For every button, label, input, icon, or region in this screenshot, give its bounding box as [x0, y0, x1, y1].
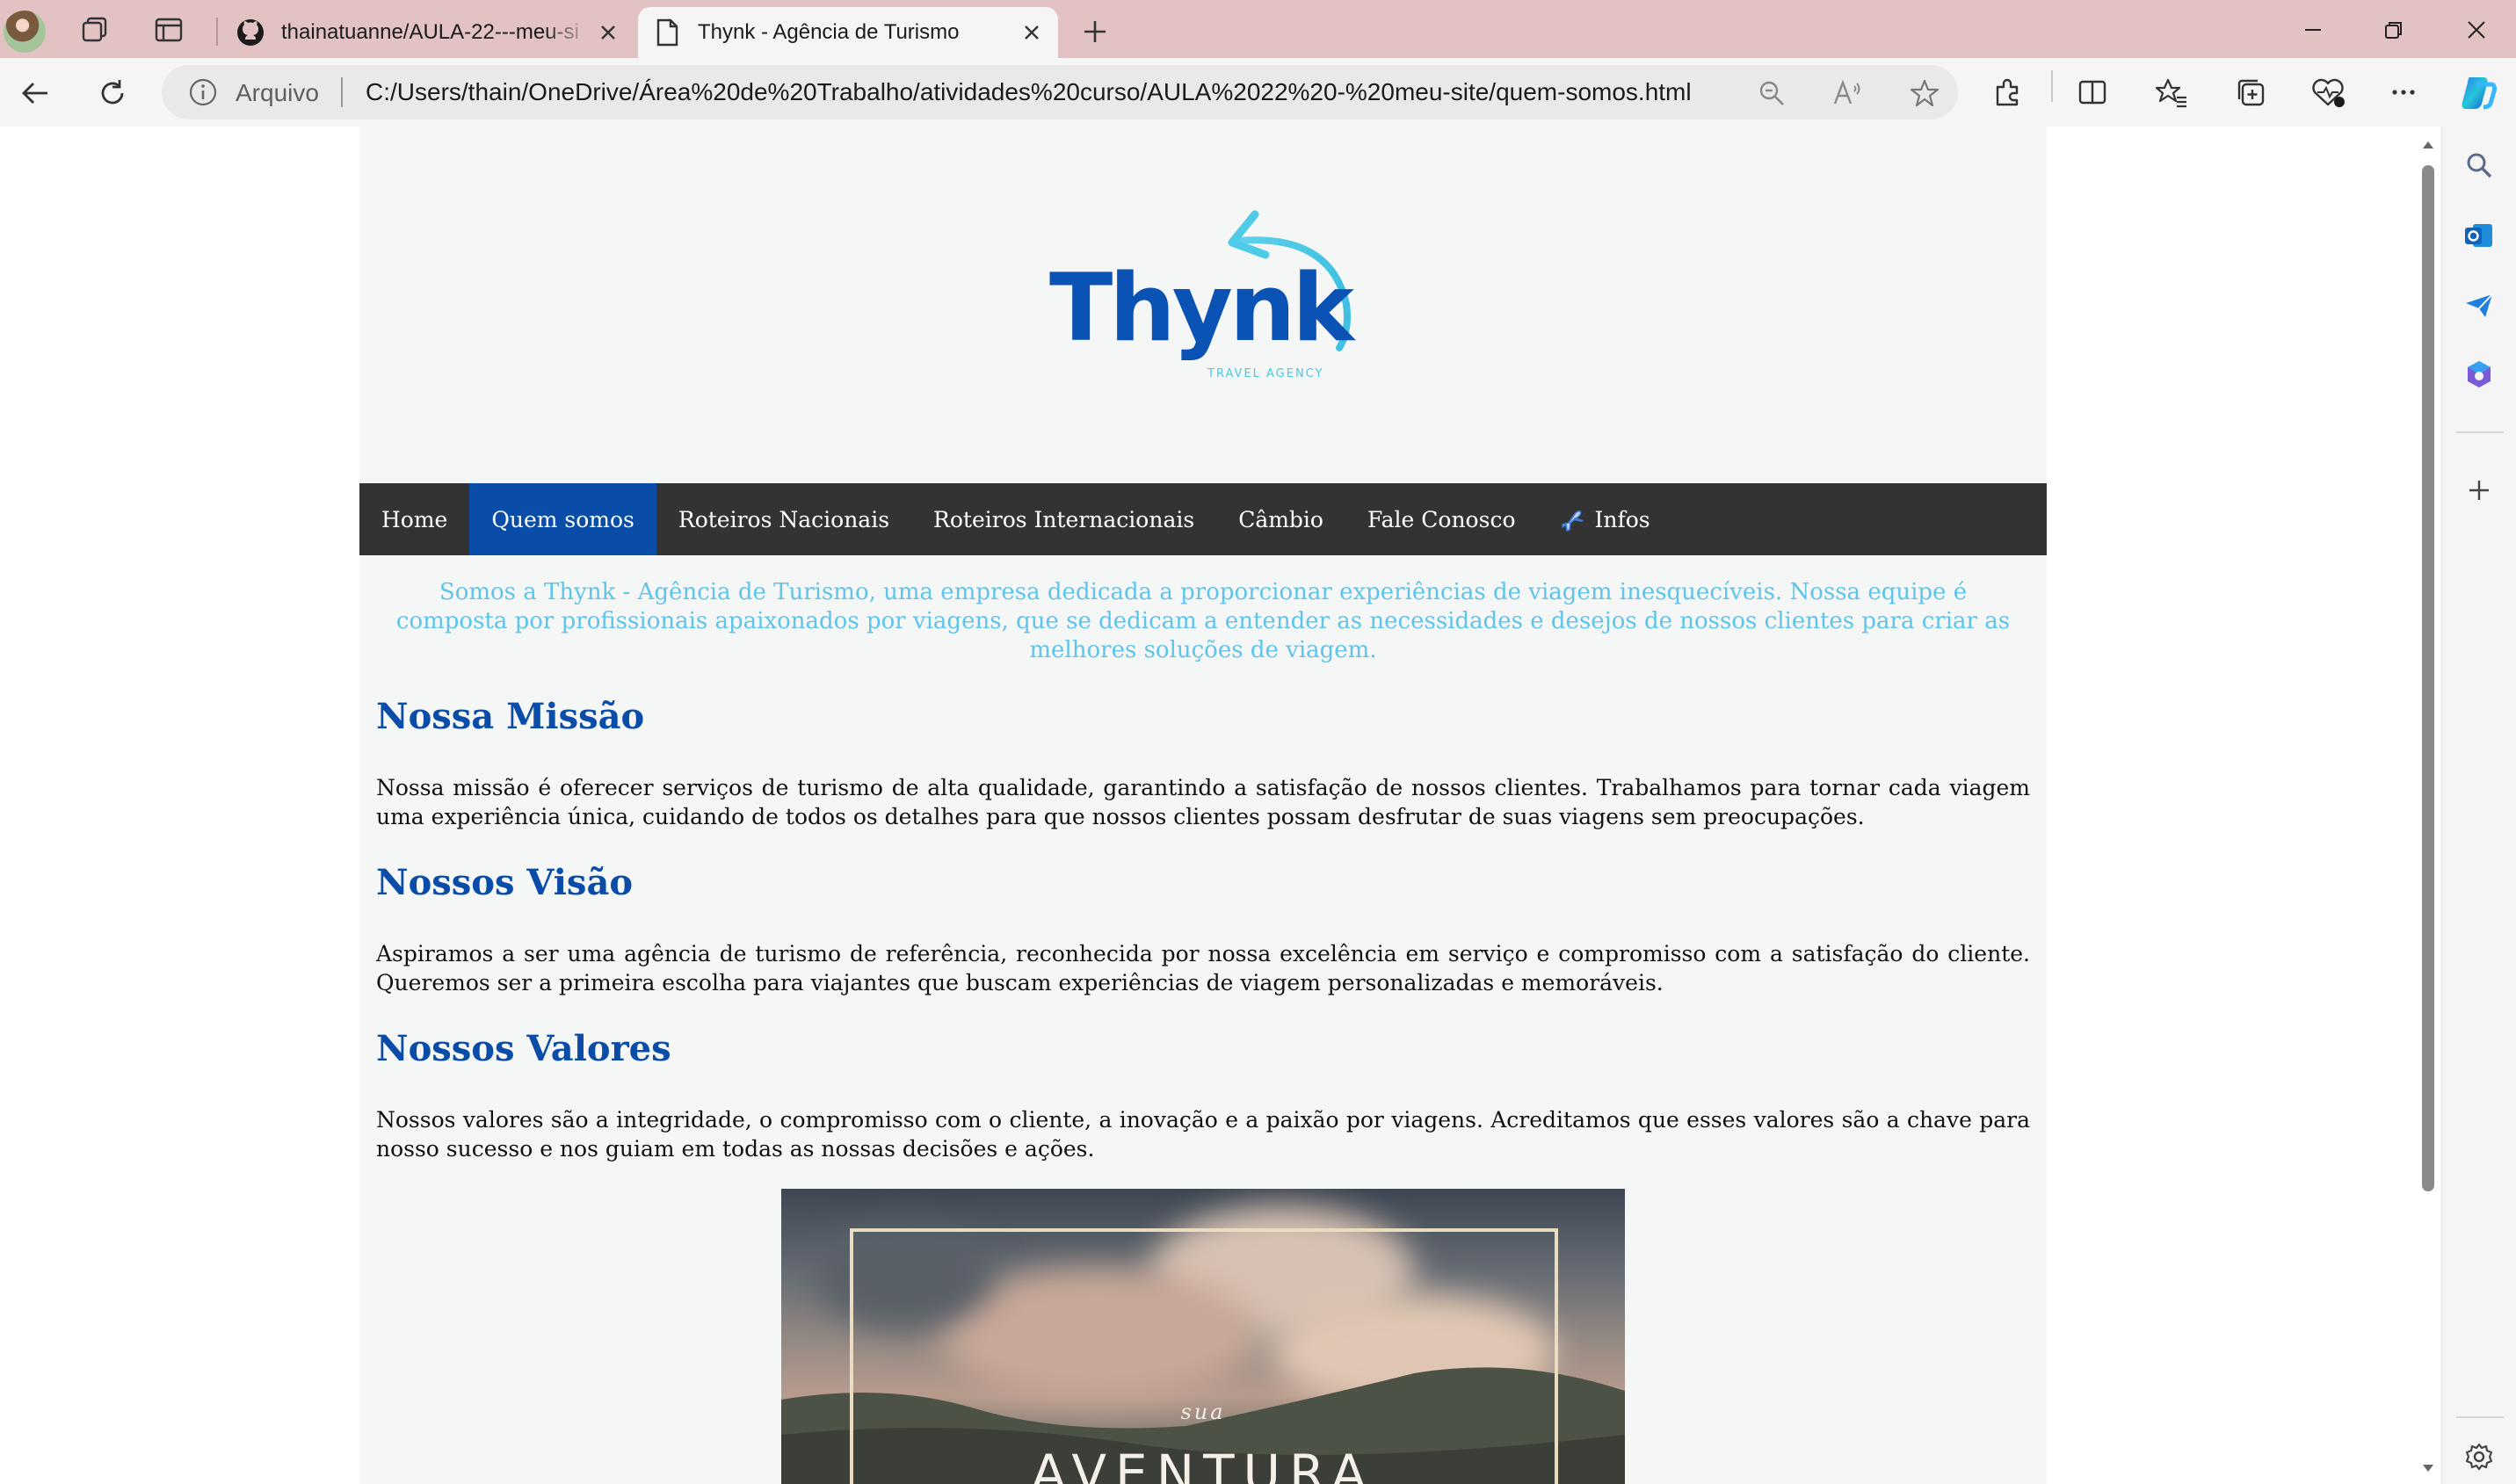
browser-essentials-icon[interactable] [2304, 69, 2352, 116]
workspaces-icon[interactable] [76, 11, 114, 49]
address-divider [341, 77, 343, 107]
browser-toolbar: Arquivo C:/Users/thain/OneDrive/Área%20d… [0, 58, 2516, 127]
header-banner: Thynk TRAVEL AGENCY [359, 127, 2047, 483]
add-icon[interactable] [2458, 469, 2500, 511]
tab-separator [216, 18, 218, 46]
settings-gear-icon[interactable] [2458, 1436, 2500, 1478]
menu-item-roteiros-internacionais[interactable]: Roteiros Internacionais [911, 483, 1216, 555]
section-title-valores: Nossos Valores [376, 1028, 671, 1069]
logo-wordmark: Thynk [1049, 254, 1354, 362]
close-tab-icon[interactable] [591, 15, 626, 50]
github-icon [234, 16, 267, 49]
more-options-icon[interactable] [2380, 69, 2427, 116]
banner-big-text: AVENTURA [1031, 1444, 1375, 1484]
banner-small-text: sua [1180, 1400, 1226, 1424]
back-button[interactable] [12, 70, 58, 116]
menu-item-home[interactable]: Home [359, 483, 469, 555]
plane-icon [1561, 510, 1584, 532]
section-title-missao: Nossa Missão [376, 696, 645, 737]
page-icon [650, 16, 684, 49]
minimize-button[interactable] [2271, 7, 2355, 53]
scrollbar-thumb[interactable] [2422, 165, 2434, 1191]
tab-strip: thainatuanne/AULA-22---meu-si Thynk - Ag… [0, 0, 2516, 58]
menu-item-infos-label: Infos [1594, 506, 1650, 532]
menu-item-fale-conosco[interactable]: Fale Conosco [1345, 483, 1538, 555]
main-menu: Home Quem somos Roteiros Nacionais Rotei… [359, 483, 2047, 555]
sidebar-divider [2456, 431, 2504, 433]
menu-item-infos[interactable]: Infos [1538, 483, 1672, 555]
scroll-up-icon[interactable] [2420, 137, 2436, 153]
tab-title: thainatuanne/AULA-22---meu-si [281, 20, 579, 44]
intro-text: Somos a Thynk - Agência de Turismo, uma … [395, 579, 2011, 663]
toolbar-separator [2051, 70, 2053, 102]
scroll-down-icon[interactable] [2420, 1460, 2436, 1476]
adventure-banner-image: sua AVENTURA [781, 1189, 1625, 1484]
collections-icon[interactable] [2227, 69, 2274, 116]
section-text-valores: Nossos valores são a integridade, o comp… [376, 1107, 2030, 1162]
profile-avatar[interactable] [4, 11, 46, 53]
outlook-icon[interactable] [2458, 214, 2500, 257]
split-screen-icon[interactable] [2069, 69, 2116, 116]
thynk-logo[interactable]: Thynk TRAVEL AGENCY [1040, 207, 1374, 383]
menu-item-roteiros-nacionais[interactable]: Roteiros Nacionais [656, 483, 911, 555]
tab-thynk[interactable]: Thynk - Agência de Turismo [638, 7, 1058, 58]
search-icon[interactable] [2458, 144, 2500, 186]
microsoft-365-icon[interactable] [2458, 353, 2500, 395]
close-tab-icon[interactable] [1014, 15, 1049, 50]
menu-item-cambio[interactable]: Câmbio [1216, 483, 1345, 555]
favorite-star-icon[interactable] [1907, 76, 1942, 111]
extensions-icon[interactable] [1984, 69, 2032, 116]
restore-button[interactable] [2352, 7, 2436, 53]
close-window-button[interactable] [2434, 7, 2516, 53]
address-scheme-label: Arquivo [236, 79, 319, 106]
zoom-icon[interactable] [1754, 76, 1789, 111]
tab-github[interactable]: thainatuanne/AULA-22---meu-si [221, 7, 634, 58]
web-page: Thynk TRAVEL AGENCY Home Quem somos Rote… [359, 127, 2047, 1484]
section-title-visao: Nossos Visão [376, 862, 634, 903]
vertical-tabs-icon[interactable] [149, 11, 188, 49]
read-aloud-icon[interactable] [1830, 76, 1865, 111]
logo-tagline: TRAVEL AGENCY [1207, 367, 1324, 380]
info-icon[interactable] [188, 77, 218, 107]
section-text-visao: Aspiramos a ser uma agência de turismo d… [376, 941, 2030, 995]
address-url[interactable]: C:/Users/thain/OneDrive/Área%20de%20Trab… [366, 78, 1692, 106]
refresh-button[interactable] [90, 70, 135, 116]
sidebar-divider [2456, 1416, 2504, 1418]
menu-item-quem-somos[interactable]: Quem somos [469, 483, 656, 555]
copilot-icon[interactable] [2454, 69, 2501, 116]
tab-title: Thynk - Agência de Turismo [698, 20, 960, 44]
new-tab-button[interactable] [1074, 11, 1116, 53]
edge-sidebar [2441, 127, 2516, 1484]
section-text-missao: Nossa missão é oferecer serviços de turi… [376, 775, 2030, 829]
address-bar[interactable]: Arquivo C:/Users/thain/OneDrive/Área%20d… [162, 65, 1958, 119]
page-scrollbar[interactable] [2413, 127, 2441, 1484]
send-icon[interactable] [2458, 285, 2500, 327]
favorites-icon[interactable] [2148, 69, 2195, 116]
